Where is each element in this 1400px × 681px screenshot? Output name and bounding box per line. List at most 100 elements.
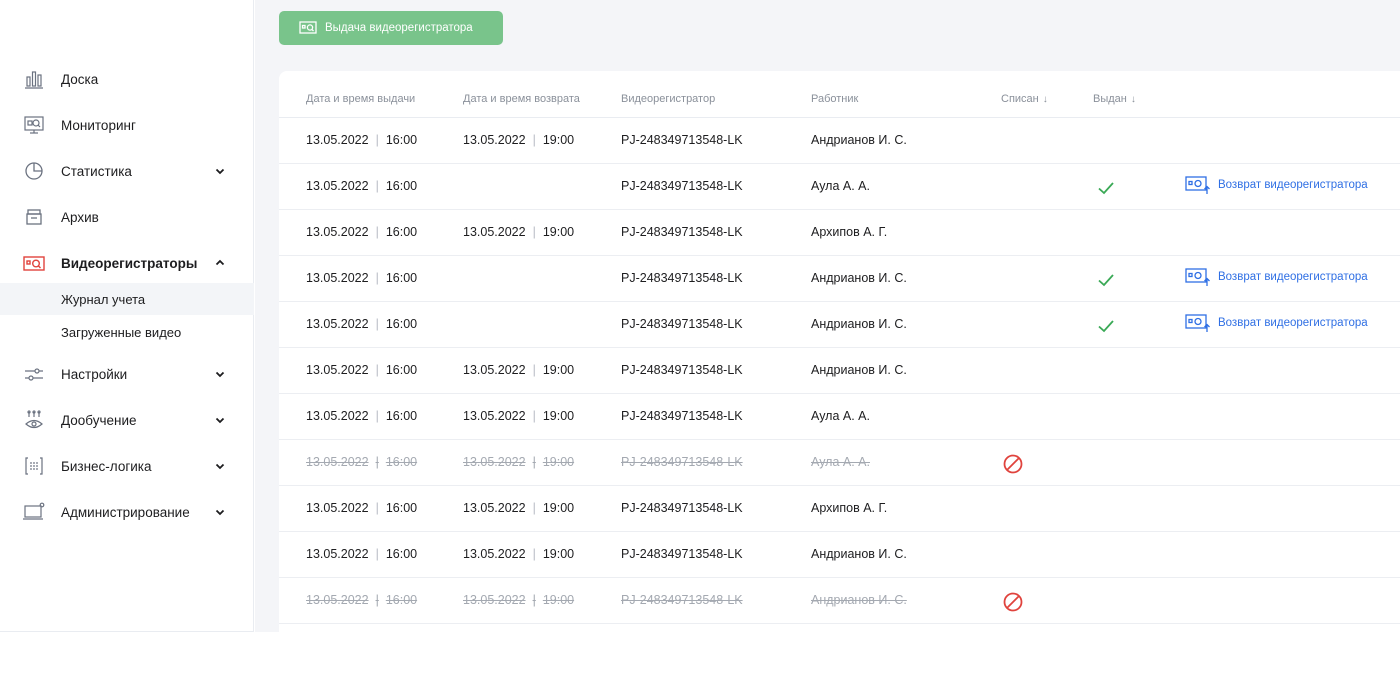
- divider: |: [375, 593, 379, 607]
- return-datetime-cell: 13.05.2022 | 19:00: [463, 225, 574, 239]
- divider: |: [375, 317, 379, 331]
- issued-check-icon: [1095, 315, 1117, 337]
- column-header-written-off[interactable]: Списан ↓: [1001, 93, 1048, 105]
- chevron-down-icon[interactable]: [212, 163, 228, 179]
- issue-datetime-cell: 13.05.2022 | 16:00: [306, 271, 417, 285]
- table-row: 13.05.2022 | 16:00 13.05.2022 | 19:00 PJ-24834…: [279, 532, 1400, 578]
- sidebar-item-retraining[interactable]: Дообучение: [0, 403, 254, 437]
- return-recorder-label: Возврат видеорегистратора: [1218, 179, 1368, 191]
- return-date: 13.05.2022: [463, 409, 526, 423]
- issue-time: 16:00: [385, 593, 418, 607]
- issue-date: 13.05.2022: [306, 547, 369, 561]
- return-datetime-cell: 13.05.2022 | 19:00: [463, 133, 574, 147]
- issue-datetime-cell: 13.05.2022 | 16:00: [306, 133, 417, 147]
- return-date: 13.05.2022: [463, 363, 526, 377]
- table-row: 13.05.2022 | 16:00 PJ-248349713548-LK Андриа…: [279, 256, 1400, 302]
- divider: |: [375, 271, 379, 285]
- written-off-ban-icon: [1002, 591, 1024, 613]
- return-datetime-cell: 13.05.2022 | 19:00: [463, 455, 574, 469]
- return-time: 19:00: [542, 409, 575, 423]
- recorder-cell: PJ-248349713548-LK: [621, 409, 743, 423]
- issue-datetime-cell: 13.05.2022 | 16:00: [306, 547, 417, 561]
- dashboard-bars-icon: [22, 67, 46, 91]
- issue-recorder-label: Выдача видеорегистратора: [325, 22, 473, 34]
- issue-recorder-button[interactable]: Выдача видеорегистратора: [279, 11, 503, 45]
- return-recorder-link[interactable]: Возврат видеорегистратора: [1185, 175, 1368, 195]
- divider: |: [375, 179, 379, 193]
- sort-arrow-icon: ↓: [1042, 94, 1048, 105]
- issue-datetime-cell: 13.05.2022 | 16:00: [306, 593, 417, 607]
- column-header-issued-label: Выдан: [1093, 93, 1127, 105]
- return-time: 19:00: [542, 363, 575, 377]
- admin-laptop-icon: [22, 500, 46, 524]
- sidebar-item-archive[interactable]: Архив: [0, 200, 254, 234]
- sidebar-item-statistics[interactable]: Статистика: [0, 154, 254, 188]
- issue-datetime-cell: 13.05.2022 | 16:00: [306, 317, 417, 331]
- column-header-issued[interactable]: Выдан ↓: [1093, 93, 1136, 105]
- issue-time: 16:00: [385, 547, 418, 561]
- chevron-down-icon[interactable]: [212, 504, 228, 520]
- issue-date: 13.05.2022: [306, 225, 369, 239]
- return-recorder-icon: [1185, 175, 1211, 195]
- video-recorder-icon: [299, 20, 317, 36]
- employee-cell: Архипов А. Г.: [811, 501, 888, 515]
- issued-check-icon: [1095, 177, 1117, 199]
- divider: |: [375, 225, 379, 239]
- table-row: 13.05.2022 | 16:00 13.05.2022 | 19:00 PJ-24834…: [279, 118, 1400, 164]
- sidebar-item-administration[interactable]: Администрирование: [0, 495, 254, 529]
- chevron-up-icon[interactable]: [212, 255, 228, 271]
- sidebar-item-video-recorders[interactable]: Видеорегистраторы: [0, 246, 254, 280]
- return-datetime-cell: 13.05.2022 | 19:00: [463, 593, 574, 607]
- issue-time: 16:00: [385, 501, 418, 515]
- employee-cell: Аула А. А.: [811, 179, 870, 193]
- sliders-icon: [22, 362, 46, 386]
- employee-cell: Андрианов И. С.: [811, 547, 907, 561]
- sidebar-subitem-uploaded-videos[interactable]: Загруженные видео: [0, 316, 254, 348]
- video-recorder-icon: [22, 251, 46, 275]
- sidebar-item-settings[interactable]: Настройки: [0, 357, 254, 391]
- issue-datetime-cell: 13.05.2022 | 16:00: [306, 225, 417, 239]
- sidebar-item-dashboard[interactable]: Доска: [0, 62, 254, 96]
- issue-datetime-cell: 13.05.2022 | 16:00: [306, 409, 417, 423]
- sidebar-item-business-logic[interactable]: Бизнес-логика: [0, 449, 254, 483]
- neural-eye-icon: [22, 408, 46, 432]
- sidebar-item-label: Видеорегистраторы: [61, 255, 198, 271]
- sidebar-item-label: Статистика: [61, 163, 132, 179]
- sidebar-subitem-journal[interactable]: Журнал учета: [0, 283, 254, 315]
- issue-date: 13.05.2022: [306, 179, 369, 193]
- issue-datetime-cell: 13.05.2022 | 16:00: [306, 501, 417, 515]
- table-row: 13.05.2022 | 16:00 13.05.2022 | 19:00 PJ-24834…: [279, 486, 1400, 532]
- recorder-cell: PJ-248349713548-LK: [621, 455, 743, 469]
- table-row: 13.05.2022 | 16:00 13.05.2022 | 19:00 PJ-24834…: [279, 210, 1400, 256]
- written-off-ban-icon: [1002, 453, 1024, 475]
- issue-datetime-cell: 13.05.2022 | 16:00: [306, 363, 417, 377]
- table-row: 13.05.2022 | 16:00 PJ-248349713548-LK Аула А…: [279, 164, 1400, 210]
- chevron-down-icon[interactable]: [212, 366, 228, 382]
- divider: |: [532, 455, 536, 469]
- issue-date: 13.05.2022: [306, 501, 369, 515]
- return-recorder-link[interactable]: Возврат видеорегистратора: [1185, 313, 1368, 333]
- issue-time: 16:00: [385, 225, 418, 239]
- column-header-recorder: Видеорегистратор: [621, 93, 716, 105]
- issue-date: 13.05.2022: [306, 363, 369, 377]
- sidebar-item-label: Дообучение: [61, 412, 137, 428]
- employee-cell: Архипов А. Г.: [811, 225, 888, 239]
- issue-time: 16:00: [385, 133, 418, 147]
- chevron-down-icon[interactable]: [212, 412, 228, 428]
- column-header-written-off-label: Списан: [1001, 93, 1039, 105]
- recorder-cell: PJ-248349713548-LK: [621, 133, 743, 147]
- issue-datetime-cell: 13.05.2022 | 16:00: [306, 455, 417, 469]
- divider: |: [375, 455, 379, 469]
- return-date: 13.05.2022: [463, 225, 526, 239]
- return-date: 13.05.2022: [463, 593, 526, 607]
- sidebar-item-label: Настройки: [61, 366, 128, 382]
- issue-date: 13.05.2022: [306, 133, 369, 147]
- sidebar-item-monitoring[interactable]: Мониторинг: [0, 108, 254, 142]
- return-datetime-cell: 13.05.2022 | 19:00: [463, 409, 574, 423]
- table-row: 13.05.2022 | 16:00 13.05.2022 | 19:00 PJ-24834…: [279, 578, 1400, 624]
- employee-cell: Аула А. А.: [811, 409, 870, 423]
- recorder-cell: PJ-248349713548-LK: [621, 363, 743, 377]
- sidebar: Доска Мониторинг Статистика Архив Видеор…: [0, 0, 254, 632]
- chevron-down-icon[interactable]: [212, 458, 228, 474]
- return-recorder-link[interactable]: Возврат видеорегистратора: [1185, 267, 1368, 287]
